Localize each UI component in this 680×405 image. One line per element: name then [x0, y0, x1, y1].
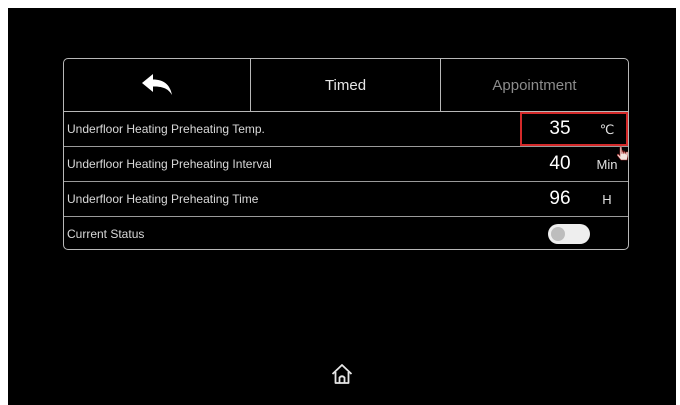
preheating-temp-unit: ℃ — [599, 122, 615, 137]
tab-timed[interactable]: Timed — [251, 59, 441, 111]
preheating-time-row: Underfloor Heating Preheating Time 96 H — [64, 182, 628, 217]
tab-bar: Timed Appointment — [64, 59, 628, 112]
current-status-row: Current Status — [64, 217, 628, 249]
preheating-temp-value: 35 — [549, 118, 571, 139]
toggle-knob — [551, 227, 565, 241]
screen: Timed Appointment Underfloor Heating Pre… — [8, 8, 676, 405]
preheating-time-unit: H — [602, 192, 612, 207]
tab-appointment[interactable]: Appointment — [441, 59, 628, 111]
back-button[interactable] — [64, 59, 251, 111]
current-status-toggle[interactable] — [548, 224, 590, 244]
preheating-interval-value[interactable]: 40 — [542, 153, 578, 175]
home-icon — [331, 364, 353, 384]
current-status-label: Current Status — [67, 227, 145, 241]
preheating-interval-unit: Min — [596, 157, 618, 172]
back-arrow-icon — [142, 74, 172, 95]
preheating-interval-row: Underfloor Heating Preheating Interval 4… — [64, 147, 628, 182]
preheating-time-label: Underfloor Heating Preheating Time — [67, 192, 259, 206]
preheating-temp-row: Underfloor Heating Preheating Temp. 35 ℃ — [64, 112, 628, 161]
preheating-time-value[interactable]: 96 — [542, 188, 578, 210]
settings-panel: Timed Appointment Underfloor Heating Pre… — [63, 58, 629, 250]
tab-appointment-label: Appointment — [492, 76, 577, 94]
preheating-temp-label: Underfloor Heating Preheating Temp. — [67, 122, 265, 136]
preheating-interval-label: Underfloor Heating Preheating Interval — [67, 157, 272, 171]
home-button[interactable] — [330, 362, 354, 386]
tab-timed-label: Timed — [324, 76, 367, 94]
